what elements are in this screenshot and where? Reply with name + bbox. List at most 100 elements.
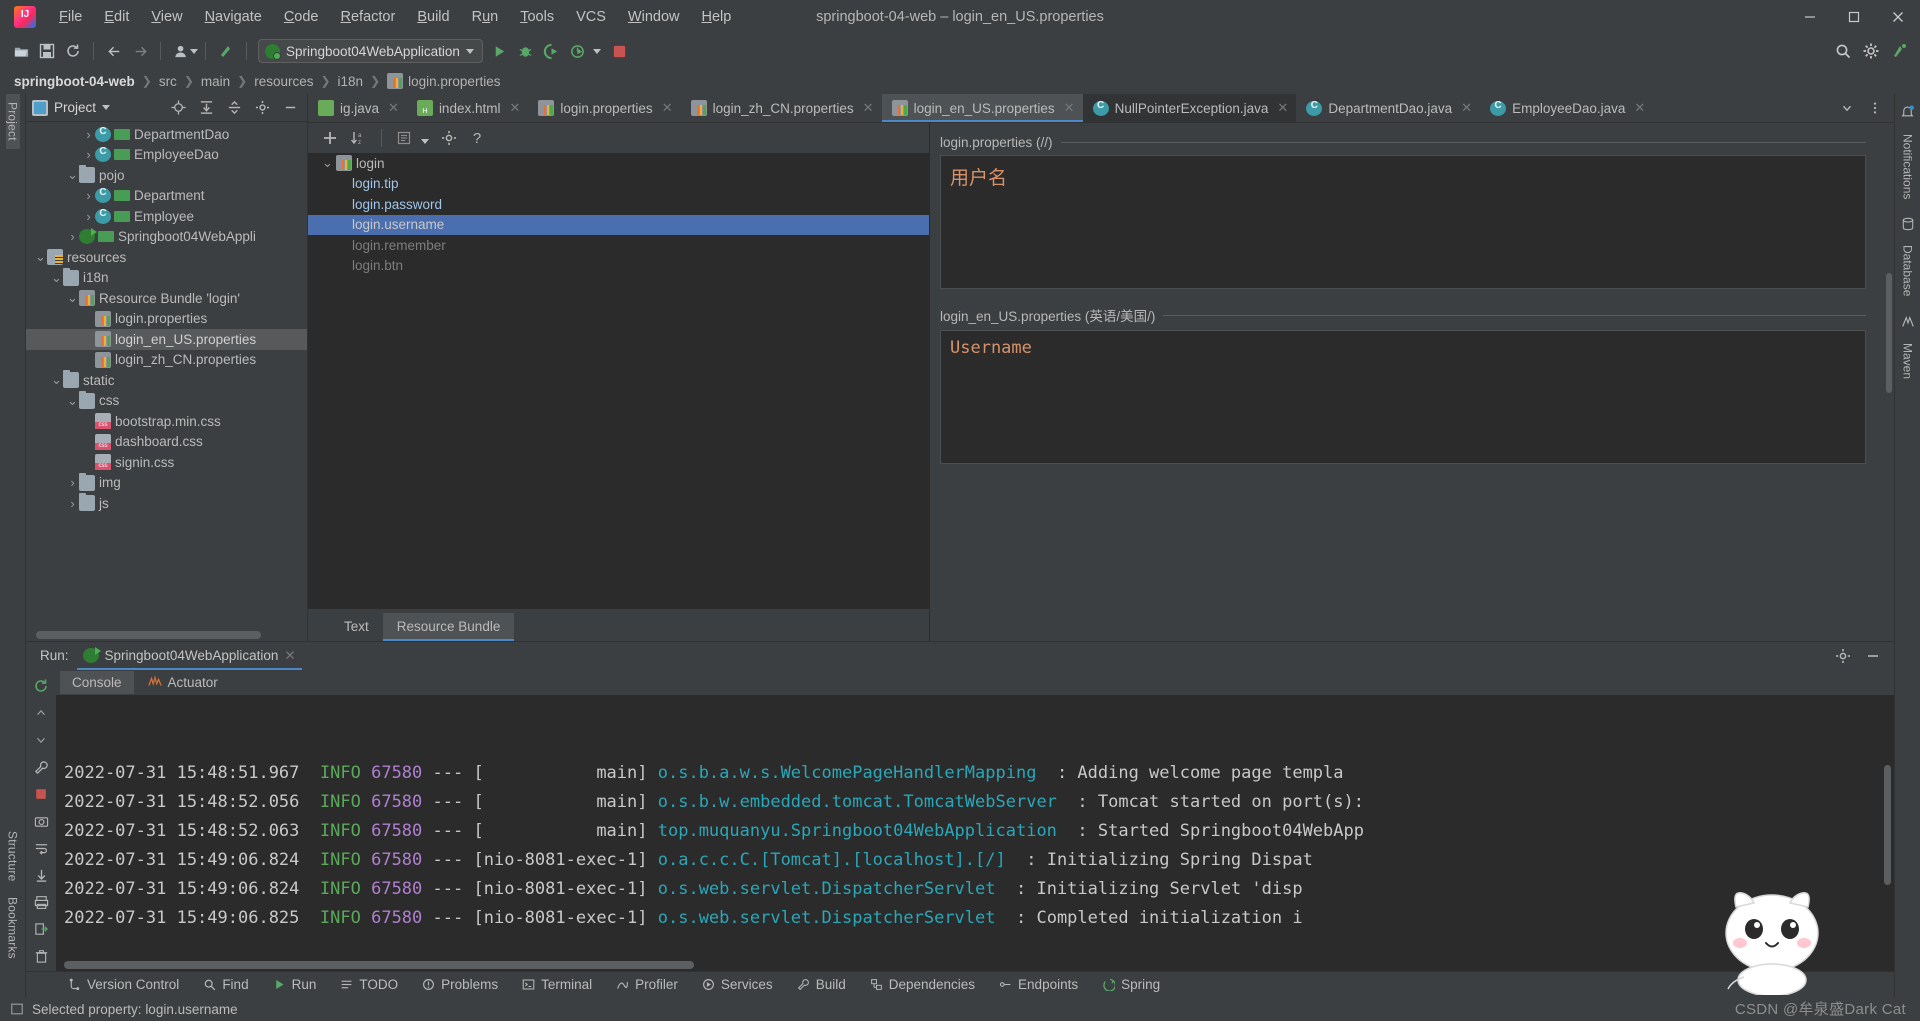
menu-item-view[interactable]: View	[140, 5, 193, 29]
breadcrumb-segment-main[interactable]: main	[201, 74, 230, 89]
close-icon[interactable]: ✕	[1461, 100, 1472, 116]
profiler-icon[interactable]	[565, 39, 591, 63]
breadcrumb-segment-i18n[interactable]: i18n	[338, 74, 364, 89]
property-key-row[interactable]: login.tip	[308, 174, 929, 195]
console-tab[interactable]: Actuator	[136, 671, 230, 694]
tool-window-button-build[interactable]: Build	[785, 974, 858, 995]
chevron-down-icon[interactable]: ⌄	[66, 393, 79, 409]
scroll-down-icon[interactable]	[31, 731, 51, 749]
editor-tab[interactable]: login_en_US.properties✕	[882, 94, 1083, 122]
notifications-bell-icon[interactable]	[1897, 100, 1919, 122]
menu-item-file[interactable]: File	[48, 5, 93, 29]
close-icon[interactable]: ✕	[1277, 100, 1288, 116]
project-tree-horizontal-scrollbar[interactable]	[36, 631, 261, 639]
chevron-down-icon[interactable]: ⌄	[50, 270, 63, 286]
tool-window-button-terminal[interactable]: Terminal	[510, 974, 604, 995]
editor-tab[interactable]: EmployeeDao.java✕	[1480, 94, 1653, 122]
rail-item-project[interactable]: Project	[6, 94, 20, 149]
console-output[interactable]: 2022-07-31 15:48:51.967 INFO 67580 --- […	[56, 695, 1894, 971]
gear-icon[interactable]	[1830, 644, 1856, 668]
add-property-icon[interactable]	[318, 127, 342, 149]
close-icon[interactable]: ✕	[509, 100, 520, 116]
menu-item-code[interactable]: Code	[273, 5, 330, 29]
tool-window-button-problems[interactable]: Problems	[410, 974, 510, 995]
ide-update-icon[interactable]	[1886, 39, 1912, 63]
rail-item-structure[interactable]: Structure	[6, 823, 20, 890]
user-dropdown-caret-icon[interactable]	[190, 49, 198, 54]
tool-window-button-profiler[interactable]: Profiler	[604, 974, 690, 995]
tree-row[interactable]: ›img	[26, 473, 307, 494]
expand-all-icon[interactable]	[195, 97, 217, 119]
profiler-caret-icon[interactable]	[593, 49, 601, 54]
run-with-coverage-icon[interactable]	[539, 39, 565, 63]
menu-item-vcs[interactable]: VCS	[565, 5, 617, 29]
editor-view-tab[interactable]: Text	[330, 613, 383, 641]
scroll-to-end-icon[interactable]	[31, 866, 51, 884]
rail-item-notifications[interactable]: Notifications	[1901, 126, 1915, 207]
minimize-icon[interactable]	[1860, 644, 1886, 668]
chevron-right-icon[interactable]: ›	[82, 188, 95, 203]
resource-bundle-key-list[interactable]: ⌄loginlogin.tiplogin.passwordlogin.usern…	[308, 153, 929, 609]
debug-icon[interactable]	[513, 39, 539, 63]
tree-row[interactable]: login_zh_CN.properties	[26, 350, 307, 371]
menu-item-run[interactable]: Run	[461, 5, 510, 29]
tool-window-button-find[interactable]: Find	[191, 974, 260, 995]
tree-row[interactable]: ›Employee	[26, 206, 307, 227]
tool-window-button-dependencies[interactable]: Dependencies	[858, 974, 987, 995]
open-folder-icon[interactable]	[8, 39, 34, 63]
editor-tab[interactable]: login.properties✕	[528, 94, 680, 122]
resource-bundle-root-row[interactable]: ⌄login	[308, 153, 929, 174]
maximize-icon[interactable]	[1832, 0, 1876, 34]
collapse-all-icon[interactable]	[223, 97, 245, 119]
property-key-row[interactable]: login.remember	[308, 235, 929, 256]
editor-tab[interactable]: NullPointerException.java✕	[1083, 94, 1297, 122]
hide-panel-icon[interactable]	[279, 97, 301, 119]
soft-wrap-icon[interactable]	[31, 839, 51, 857]
stop-icon[interactable]	[607, 39, 633, 63]
tree-row-selected[interactable]: login_en_US.properties	[26, 329, 307, 350]
project-settings-gear-icon[interactable]	[251, 97, 273, 119]
scroll-from-source-icon[interactable]	[167, 97, 189, 119]
console-horizontal-scrollbar[interactable]	[64, 961, 694, 969]
sync-icon[interactable]	[60, 39, 86, 63]
breadcrumb-root[interactable]: springboot-04-web	[14, 74, 135, 89]
run-icon[interactable]	[487, 39, 513, 63]
back-arrow-icon[interactable]	[101, 39, 127, 63]
forward-arrow-icon[interactable]	[127, 39, 153, 63]
chevron-down-icon[interactable]: ⌄	[50, 372, 63, 388]
chevron-right-icon[interactable]: ›	[66, 229, 79, 244]
group-chevron-down-icon[interactable]	[421, 139, 429, 144]
camera-icon[interactable]	[31, 812, 51, 830]
chevron-down-icon[interactable]	[1834, 96, 1860, 120]
wrench-icon[interactable]	[31, 758, 51, 776]
chevron-down-icon[interactable]: ⌄	[66, 290, 79, 306]
tree-row[interactable]: login.properties	[26, 309, 307, 330]
run-configuration-selector[interactable]: Springboot04WebApplication	[258, 39, 483, 63]
group-keys-icon[interactable]	[393, 127, 417, 149]
chevron-down-icon[interactable]: ⌄	[322, 155, 336, 171]
editor-view-tab[interactable]: Resource Bundle	[383, 613, 515, 641]
breadcrumb-segment-resources[interactable]: resources	[254, 74, 313, 89]
rerun-icon[interactable]	[31, 677, 51, 695]
close-icon[interactable]: ✕	[388, 100, 399, 116]
chevron-down-icon[interactable]: ⌄	[34, 249, 47, 265]
scroll-up-icon[interactable]	[31, 704, 51, 722]
tree-row[interactable]: ⌄resources	[26, 247, 307, 268]
editor-tab[interactable]: DepartmentDao.java✕	[1296, 94, 1480, 122]
property-key-row[interactable]: login.password	[308, 194, 929, 215]
chevron-right-icon[interactable]: ›	[82, 147, 95, 162]
tree-row[interactable]: ›DepartmentDao	[26, 124, 307, 145]
property-value-input[interactable]: Username	[940, 330, 1866, 464]
chevron-right-icon[interactable]: ›	[82, 209, 95, 224]
menu-item-help[interactable]: Help	[690, 5, 742, 29]
stop-icon[interactable]	[31, 785, 51, 803]
save-icon[interactable]	[34, 39, 60, 63]
chevron-right-icon[interactable]: ›	[66, 496, 79, 511]
tree-row[interactable]: ›Springboot04WebAppli	[26, 227, 307, 248]
rail-item-bookmarks[interactable]: Bookmarks	[6, 889, 20, 967]
scrollbar-thumb[interactable]	[1886, 273, 1892, 393]
chevron-down-icon[interactable]	[102, 105, 110, 110]
editor-tab[interactable]: login_zh_CN.properties✕	[681, 94, 882, 122]
more-options-icon[interactable]	[1862, 96, 1888, 120]
editor-tab[interactable]: ig.java✕	[308, 94, 407, 122]
